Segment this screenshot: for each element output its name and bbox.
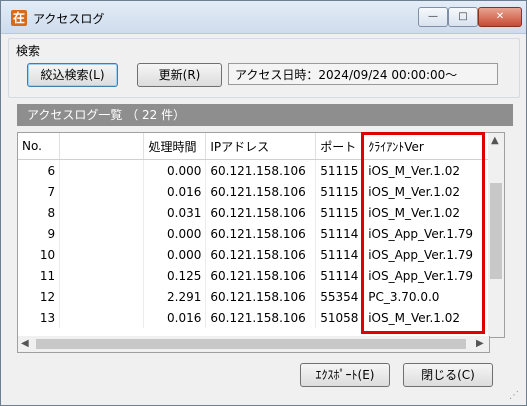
cell-client-ver: iOS_App_Ver.1.79 xyxy=(363,244,489,265)
cell-processing-time: 0.000 xyxy=(143,223,207,244)
cell-blank xyxy=(59,223,145,244)
table-row[interactable]: 8 0.031 60.121.158.106 51115 iOS_M_Ver.1… xyxy=(18,202,489,223)
cell-port: 51115 xyxy=(315,181,365,202)
table-row[interactable]: 6 0.000 60.121.158.106 51115 iOS_M_Ver.1… xyxy=(18,159,489,181)
cell-ip-address: 60.121.158.106 xyxy=(205,159,317,181)
cell-blank xyxy=(59,307,145,328)
cell-ip-address: 60.121.158.106 xyxy=(205,223,317,244)
cell-ip-address: 60.121.158.106 xyxy=(205,202,317,223)
cell-ip-address: 60.121.158.106 xyxy=(205,244,317,265)
search-group-label: 検索 xyxy=(16,44,41,58)
cell-processing-time: 2.291 xyxy=(143,286,207,307)
cell-no: 11 xyxy=(18,265,61,286)
cell-no: 13 xyxy=(18,307,61,328)
column-header-ip-address[interactable]: IPアドレス xyxy=(205,133,317,160)
table-row[interactable]: 13 0.016 60.121.158.106 51058 iOS_M_Ver.… xyxy=(18,307,489,328)
close-window-button[interactable]: ✕ xyxy=(478,7,522,27)
scroll-right-icon[interactable]: ▶ xyxy=(476,338,484,349)
cell-blank xyxy=(59,244,145,265)
cell-client-ver: iOS_M_Ver.1.02 xyxy=(363,159,489,181)
vertical-scroll-thumb[interactable] xyxy=(490,183,502,279)
cell-port: 51115 xyxy=(315,159,365,181)
refresh-button[interactable]: 更新(R) xyxy=(137,63,222,87)
scroll-up-icon[interactable]: ▲ xyxy=(491,135,499,146)
cell-port: 51114 xyxy=(315,244,365,265)
scroll-left-icon[interactable]: ◀ xyxy=(21,338,29,349)
cell-no: 7 xyxy=(18,181,61,202)
cell-ip-address: 60.121.158.106 xyxy=(205,181,317,202)
cell-processing-time: 0.125 xyxy=(143,265,207,286)
window-title: アクセスログ xyxy=(33,12,105,26)
column-header-blank[interactable] xyxy=(59,133,145,160)
access-log-table: No. 処理時間 IPアドレス ポート ｸﾗｲｱﾝﾄVer 6 0.000 60… xyxy=(18,133,489,328)
table-row[interactable]: 11 0.125 60.121.158.106 51114 iOS_App_Ve… xyxy=(18,265,489,286)
close-button[interactable]: 閉じる(C) xyxy=(403,363,493,387)
horizontal-scroll-thumb[interactable] xyxy=(36,339,466,349)
cell-blank xyxy=(59,181,145,202)
cell-ip-address: 60.121.158.106 xyxy=(205,265,317,286)
cell-client-ver: iOS_M_Ver.1.02 xyxy=(363,202,489,223)
cell-no: 6 xyxy=(18,159,61,181)
table-row[interactable]: 10 0.000 60.121.158.106 51114 iOS_App_Ve… xyxy=(18,244,489,265)
cell-blank xyxy=(59,265,145,286)
access-date-field[interactable]: アクセス日時：2024/09/24 00:00:00～ xyxy=(228,63,498,85)
vertical-scrollbar[interactable]: ▲ xyxy=(488,132,505,338)
table-row[interactable]: 7 0.016 60.121.158.106 51115 iOS_M_Ver.1… xyxy=(18,181,489,202)
table-header-row: No. 処理時間 IPアドレス ポート ｸﾗｲｱﾝﾄVer xyxy=(18,133,489,160)
cell-processing-time: 0.000 xyxy=(143,244,207,265)
cell-client-ver: PC_3.70.0.0 xyxy=(363,286,489,307)
access-log-grid[interactable]: No. 処理時間 IPアドレス ポート ｸﾗｲｱﾝﾄVer 6 0.000 60… xyxy=(17,132,490,338)
cell-port: 51115 xyxy=(315,202,365,223)
cell-port: 51114 xyxy=(315,223,365,244)
table-row[interactable]: 9 0.000 60.121.158.106 51114 iOS_App_Ver… xyxy=(18,223,489,244)
cell-no: 9 xyxy=(18,223,61,244)
cell-port: 55354 xyxy=(315,286,365,307)
maximize-button[interactable]: □ xyxy=(448,7,478,27)
resize-grip-icon[interactable]: ⋰ xyxy=(509,390,519,401)
export-button[interactable]: ｴｸｽﾎﾟｰﾄ(E) xyxy=(300,363,390,387)
cell-no: 10 xyxy=(18,244,61,265)
cell-processing-time: 0.000 xyxy=(143,159,207,181)
cell-processing-time: 0.016 xyxy=(143,181,207,202)
list-header-text: アクセスログ一覧 （ 22 件） xyxy=(27,108,186,122)
column-header-port[interactable]: ポート xyxy=(315,133,365,160)
cell-blank xyxy=(59,286,145,307)
cell-ip-address: 60.121.158.106 xyxy=(205,286,317,307)
title-bar[interactable]: 在 アクセスログ — □ ✕ xyxy=(1,1,526,34)
cell-client-ver: iOS_M_Ver.1.02 xyxy=(363,307,489,328)
cell-blank xyxy=(59,202,145,223)
horizontal-scrollbar[interactable]: ◀ ▶ xyxy=(17,336,490,353)
minimize-button[interactable]: — xyxy=(418,7,448,27)
cell-no: 12 xyxy=(18,286,61,307)
cell-processing-time: 0.031 xyxy=(143,202,207,223)
cell-port: 51114 xyxy=(315,265,365,286)
table-row[interactable]: 12 2.291 60.121.158.106 55354 PC_3.70.0.… xyxy=(18,286,489,307)
cell-processing-time: 0.016 xyxy=(143,307,207,328)
list-header: アクセスログ一覧 （ 22 件） xyxy=(17,104,513,126)
cell-port: 51058 xyxy=(315,307,365,328)
column-header-client-ver[interactable]: ｸﾗｲｱﾝﾄVer xyxy=(363,133,489,160)
cell-client-ver: iOS_M_Ver.1.02 xyxy=(363,181,489,202)
app-icon: 在 xyxy=(11,10,27,26)
cell-blank xyxy=(59,159,145,181)
column-header-processing-time[interactable]: 処理時間 xyxy=(143,133,207,160)
filter-search-button[interactable]: 絞込検索(L) xyxy=(27,63,118,87)
cell-ip-address: 60.121.158.106 xyxy=(205,307,317,328)
column-header-no[interactable]: No. xyxy=(18,133,61,160)
cell-client-ver: iOS_App_Ver.1.79 xyxy=(363,265,489,286)
cell-client-ver: iOS_App_Ver.1.79 xyxy=(363,223,489,244)
cell-no: 8 xyxy=(18,202,61,223)
